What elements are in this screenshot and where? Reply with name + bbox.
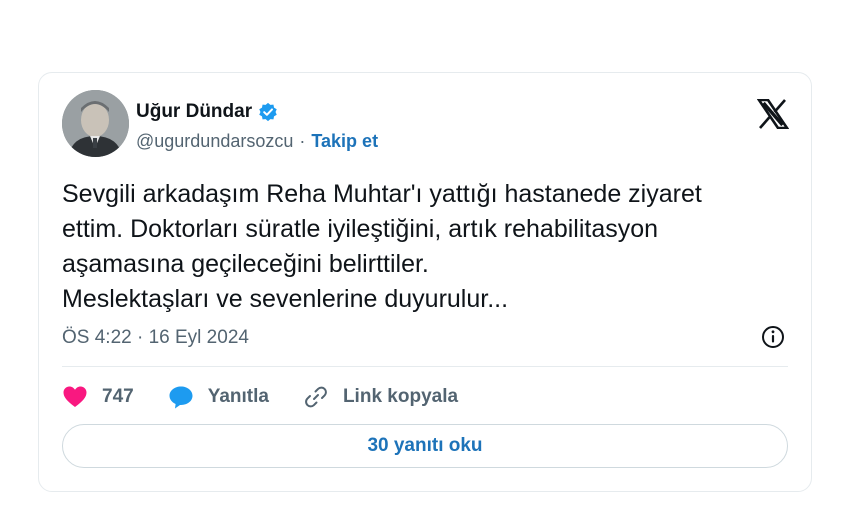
reply-label: Yanıtla: [207, 386, 269, 407]
author-handle[interactable]: @ugurdundarsozcu: [136, 131, 293, 152]
tweet-actions: 747 Yanıtla Link kopyala: [62, 384, 492, 410]
divider: [62, 366, 788, 367]
reply-button[interactable]: Yanıtla: [168, 385, 269, 410]
avatar-portrait: [62, 90, 129, 157]
info-icon[interactable]: [761, 325, 785, 349]
tweet-text: Sevgili arkadaşım Reha Muhtar'ı yattığı …: [62, 180, 702, 313]
author-handle-row: @ugurdundarsozcu · Takip et: [136, 131, 378, 152]
author-name-row: Uğur Dündar: [136, 101, 278, 123]
x-logo-icon[interactable]: [756, 98, 790, 130]
speech-bubble-icon: [169, 386, 193, 408]
heart-icon: [63, 386, 87, 407]
verified-badge-icon: [258, 102, 278, 122]
likes-count: 747: [102, 386, 134, 407]
tweet-timestamp[interactable]: ÖS 4:22 · 16 Eyl 2024: [62, 327, 249, 349]
avatar[interactable]: [62, 90, 129, 157]
read-replies-button[interactable]: 30 yanıtı oku: [62, 424, 788, 468]
copy-link-button[interactable]: Link kopyala: [303, 384, 458, 410]
link-icon: [305, 386, 327, 408]
copy-link-label: Link kopyala: [342, 386, 459, 407]
like-button[interactable]: 747: [62, 385, 134, 409]
follow-button[interactable]: Takip et: [311, 131, 378, 152]
embedded-tweet-card: Uğur Dündar @ugurdundarsozcu · Takip et …: [38, 72, 812, 492]
author-name[interactable]: Uğur Dündar: [136, 101, 252, 123]
handle-separator: ·: [299, 131, 306, 151]
